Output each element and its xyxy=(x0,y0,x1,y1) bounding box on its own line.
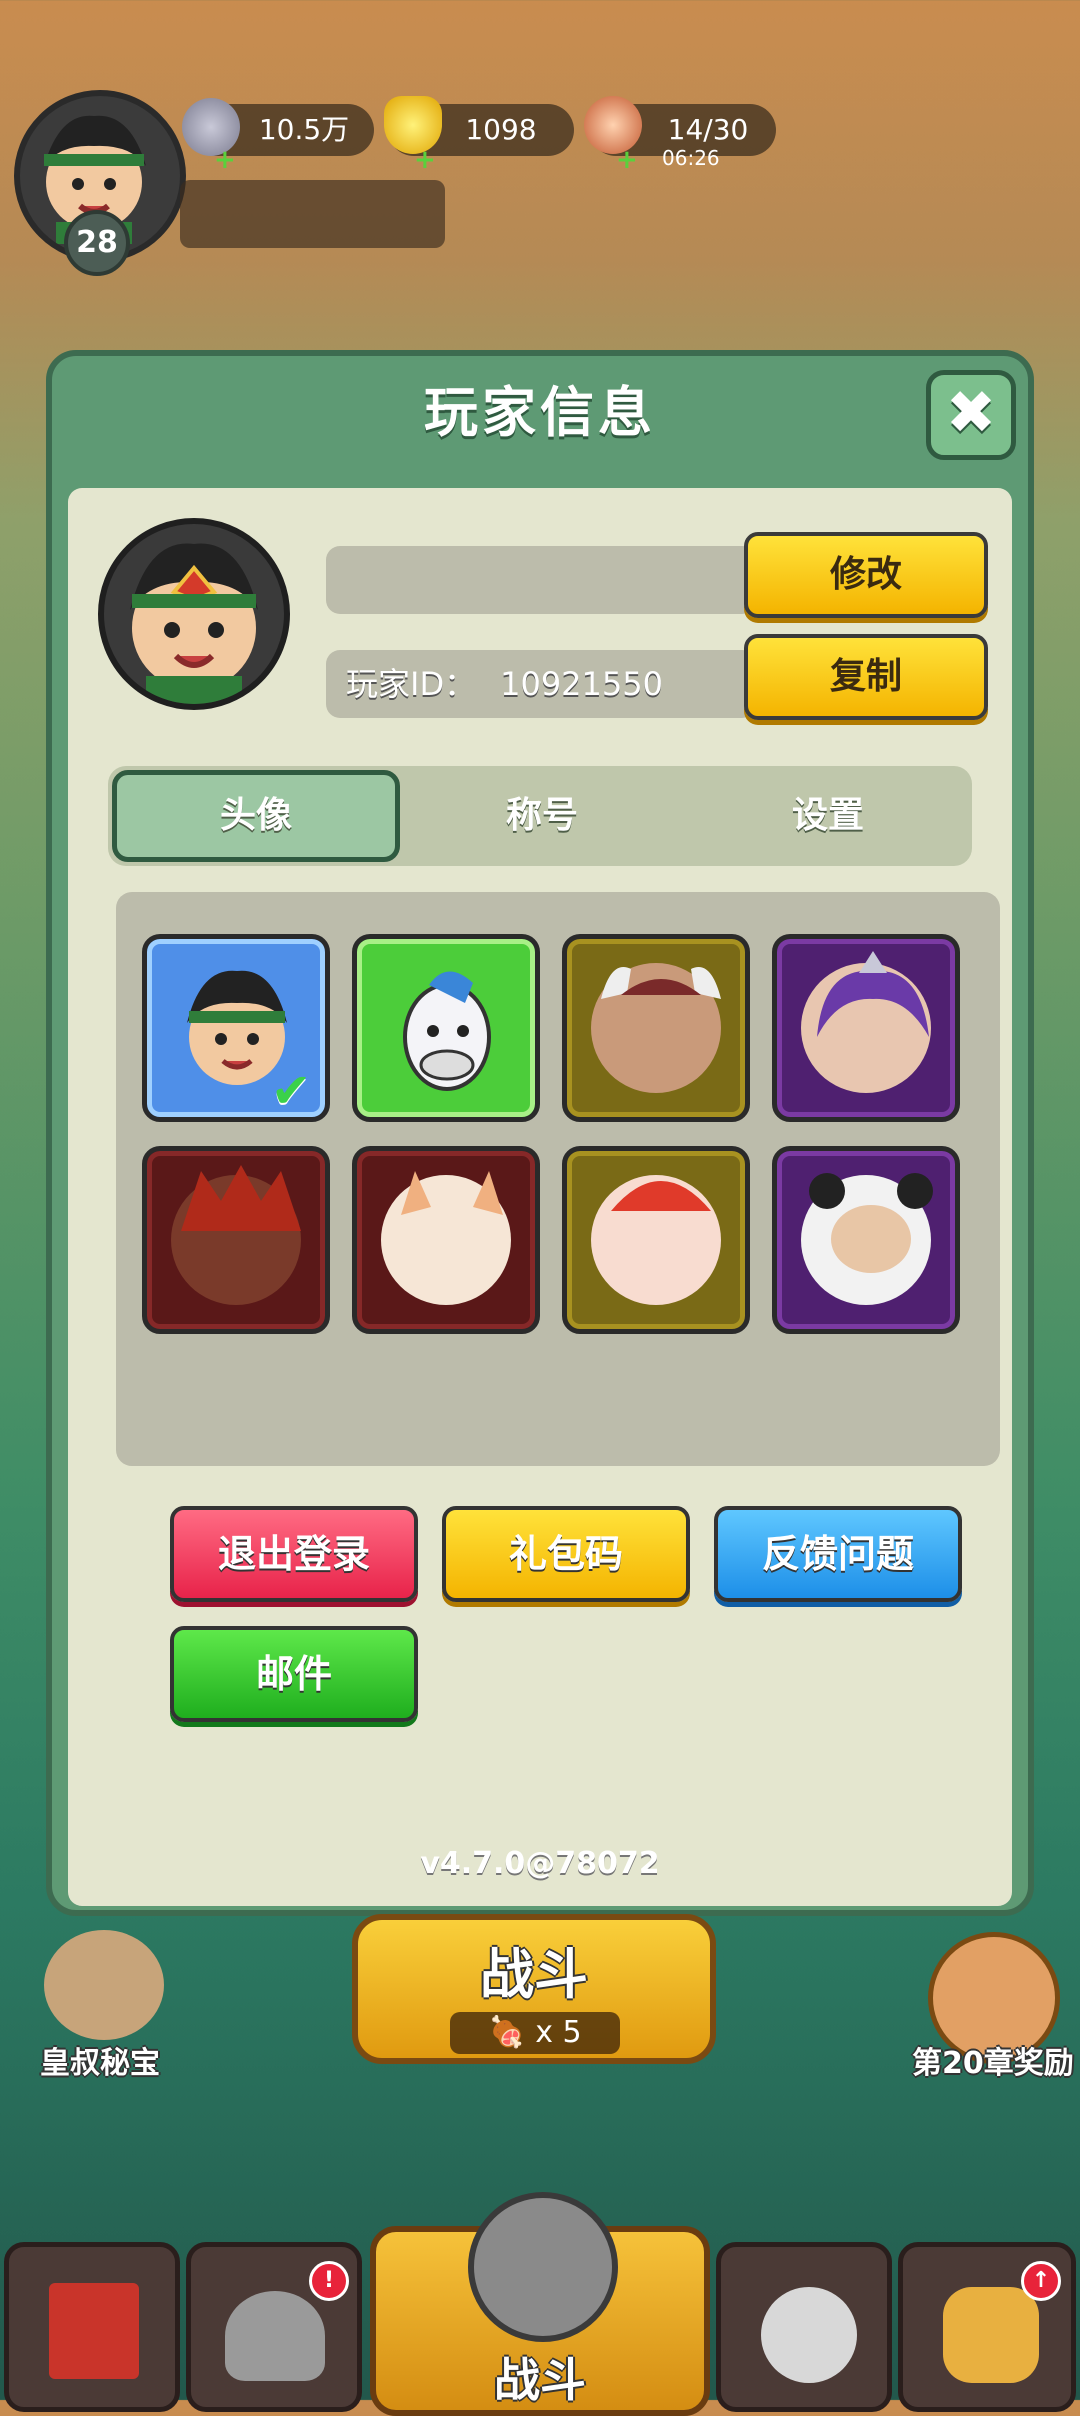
coin-amount: 10.5万 xyxy=(258,113,350,146)
nav-upgrade[interactable]: ↑ xyxy=(898,2242,1076,2412)
treasure-label[interactable]: 皇叔秘宝 xyxy=(40,2038,160,2082)
selected-check-icon: ✔ xyxy=(271,1063,312,1119)
avatar-option-purple-haired[interactable] xyxy=(772,934,960,1122)
avatar-option-horse[interactable] xyxy=(352,934,540,1122)
player-id-value: 10921550 xyxy=(500,665,663,703)
nav-battle-label: 战斗 xyxy=(494,2353,586,2407)
tab-bar: 头像 称号 设置 xyxy=(108,766,972,866)
crossed-swords-icon xyxy=(468,2192,618,2342)
player-id-field: 玩家ID： 10921550 xyxy=(326,650,756,718)
tab-avatar[interactable]: 头像 xyxy=(112,770,400,862)
nav-battle[interactable]: 战斗 xyxy=(370,2192,710,2416)
feedback-button[interactable]: 反馈问题 xyxy=(714,1506,962,1602)
logout-button[interactable]: 退出登录 xyxy=(170,1506,418,1602)
avatar-grid: ✔ xyxy=(116,892,1000,1466)
gift-code-button[interactable]: 礼包码 xyxy=(442,1506,690,1602)
player-name-field xyxy=(326,546,756,614)
close-icon: ✖ xyxy=(945,378,997,448)
meat-cost-icon: 🍖 xyxy=(488,2015,526,2050)
copy-id-button[interactable]: 复制 xyxy=(744,634,988,720)
profile-avatar xyxy=(98,518,290,710)
nav-city[interactable] xyxy=(4,2242,180,2412)
nav-equipment[interactable]: ! xyxy=(186,2242,362,2412)
avatar-option-lion-dance[interactable] xyxy=(562,1146,750,1334)
upgrade-badge: ↑ xyxy=(1021,2261,1061,2301)
player-info-dialog: 玩家信息 ✖ 修改 玩家ID： 10921550 复制 头像 称号 设置 ✔ 退… xyxy=(46,350,1034,1916)
avatar-option-panda-hood[interactable] xyxy=(772,1146,960,1334)
mail-button[interactable]: 邮件 xyxy=(170,1626,418,1722)
avatar-option-lucky-cat[interactable] xyxy=(352,1146,540,1334)
treasure-character-icon[interactable] xyxy=(44,1930,164,2040)
stamina-timer: 06:26 xyxy=(662,146,720,170)
nav-heroes[interactable] xyxy=(716,2242,892,2412)
battle-cost: 🍖 x 5 xyxy=(450,2012,620,2054)
add-stamina-icon[interactable]: + xyxy=(616,147,638,173)
gate-icon xyxy=(49,2283,139,2379)
dialog-content: 修改 玩家ID： 10921550 复制 头像 称号 设置 ✔ 退出登录 礼包码… xyxy=(68,488,1012,1906)
notification-badge: ! xyxy=(309,2261,349,2301)
avatar-option-masked-warrior[interactable] xyxy=(142,1146,330,1334)
close-button[interactable]: ✖ xyxy=(926,370,1016,460)
battle-button[interactable]: 战斗 🍖 x 5 xyxy=(352,1914,716,2064)
fist-icon xyxy=(943,2287,1039,2383)
gold-amount: 1098 xyxy=(465,113,537,146)
chapter-reward-label[interactable]: 第20章奖励 xyxy=(912,2038,1074,2082)
player-name-bar xyxy=(180,180,445,248)
helmet-icon xyxy=(225,2291,325,2381)
add-coin-icon[interactable]: + xyxy=(214,147,236,173)
avatar-option-horned-warrior[interactable] xyxy=(562,934,750,1122)
tab-title[interactable]: 称号 xyxy=(398,770,686,862)
avatar-option-hero[interactable]: ✔ xyxy=(142,934,330,1122)
version-label: v4.7.0@78072 xyxy=(420,1846,660,1881)
battle-cost-value: x 5 xyxy=(535,2015,582,2050)
stamina-amount: 14/30 xyxy=(667,113,749,146)
tab-settings[interactable]: 设置 xyxy=(684,770,972,862)
heroes-icon xyxy=(761,2287,857,2383)
player-id-label: 玩家ID： xyxy=(346,665,477,703)
edit-name-button[interactable]: 修改 xyxy=(744,532,988,618)
battle-label: 战斗 xyxy=(480,1943,588,2006)
add-gold-icon[interactable]: + xyxy=(414,147,436,173)
dialog-title: 玩家信息 xyxy=(424,381,656,444)
player-level-badge: 28 xyxy=(64,210,130,276)
